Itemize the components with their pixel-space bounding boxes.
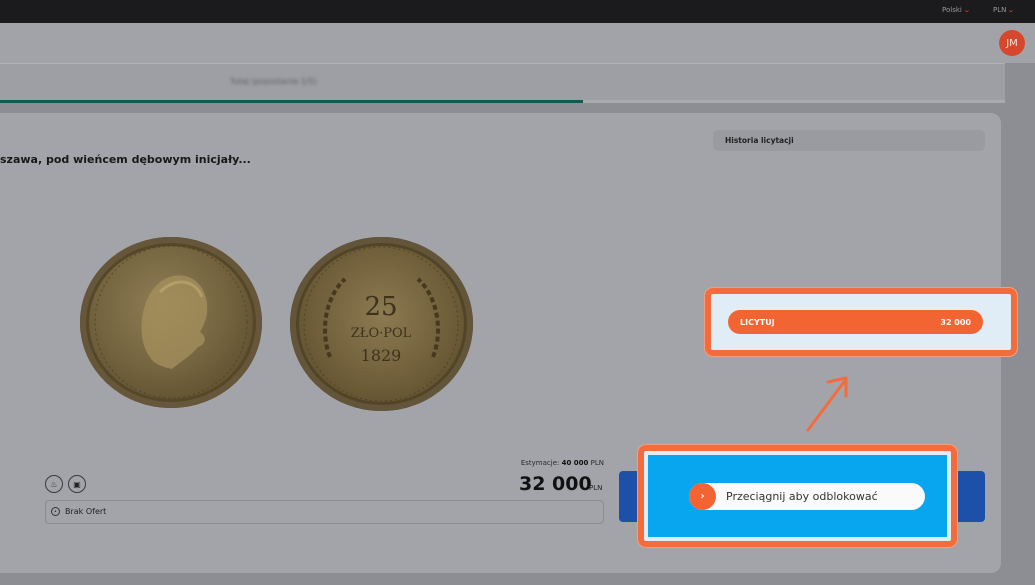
arrow-up-right-icon bbox=[806, 376, 848, 432]
offers-status-label: Brak Ofert bbox=[65, 507, 107, 516]
price-currency: PLN bbox=[589, 484, 603, 492]
bid-button[interactable]: LICYTUJ 32 000 bbox=[728, 310, 983, 334]
coin-reverse-year: 1829 bbox=[361, 346, 402, 365]
offers-status: • Brak Ofert bbox=[45, 500, 604, 524]
slide-to-unlock[interactable]: › Przeciągnij aby odblokować bbox=[689, 483, 925, 510]
coin-reverse-unit: ZŁO·POL bbox=[351, 326, 412, 341]
top-bar: Polski ⌄ PLN ⌄ bbox=[0, 0, 1035, 23]
bid-callout: LICYTUJ 32 000 bbox=[705, 288, 1017, 356]
coin-reverse-value: 25 bbox=[364, 292, 397, 322]
chevron-right-icon[interactable]: › bbox=[689, 483, 716, 510]
estimate-value: 40 000 bbox=[561, 459, 589, 467]
history-tab[interactable]: Historia licytacji bbox=[713, 130, 985, 151]
current-price: 32 000 bbox=[519, 473, 592, 495]
tab-progress bbox=[0, 100, 583, 103]
bid-button-label: LICYTUJ bbox=[740, 317, 775, 327]
tab-active[interactable]: Tutaj (pozostanie 1/5) bbox=[230, 77, 317, 86]
coin-obverse-image[interactable] bbox=[80, 237, 262, 408]
language-selector[interactable]: Polski ⌄ bbox=[942, 6, 971, 14]
coin-reverse-image[interactable]: 25 ZŁO·POL 1829 bbox=[290, 237, 473, 411]
chevron-down-icon: ⌄ bbox=[1007, 6, 1016, 14]
tab-progress-track bbox=[0, 100, 1005, 103]
chevron-down-icon: ⌄ bbox=[962, 6, 971, 14]
avatar[interactable]: JM bbox=[999, 30, 1025, 56]
estimate-label: Estymacje: bbox=[520, 459, 560, 467]
picture-in-picture-icon[interactable]: ▣ bbox=[68, 475, 86, 493]
slide-callout: › Przeciągnij aby odblokować bbox=[638, 445, 957, 547]
slide-to-unlock-label: Przeciągnij aby odblokować bbox=[726, 490, 878, 503]
currency-label: PLN bbox=[993, 6, 1007, 14]
app-header bbox=[0, 23, 1035, 63]
estimate: Estymacje: 40 000 PLN bbox=[521, 459, 604, 467]
lot-title: szawa, pod wieńcem dębowym inicjały... bbox=[0, 153, 251, 166]
tabs-bar: Tutaj (pozostanie 1/5) bbox=[0, 63, 1005, 103]
bell-icon[interactable]: ♨ bbox=[45, 475, 63, 493]
clock-icon: • bbox=[51, 507, 60, 516]
currency-selector[interactable]: PLN ⌄ bbox=[993, 6, 1016, 14]
language-label: Polski bbox=[942, 6, 962, 14]
estimate-currency: PLN bbox=[590, 459, 604, 467]
slide-panel: › Przeciągnij aby odblokować bbox=[648, 455, 947, 537]
bid-button-amount: 32 000 bbox=[940, 317, 971, 327]
